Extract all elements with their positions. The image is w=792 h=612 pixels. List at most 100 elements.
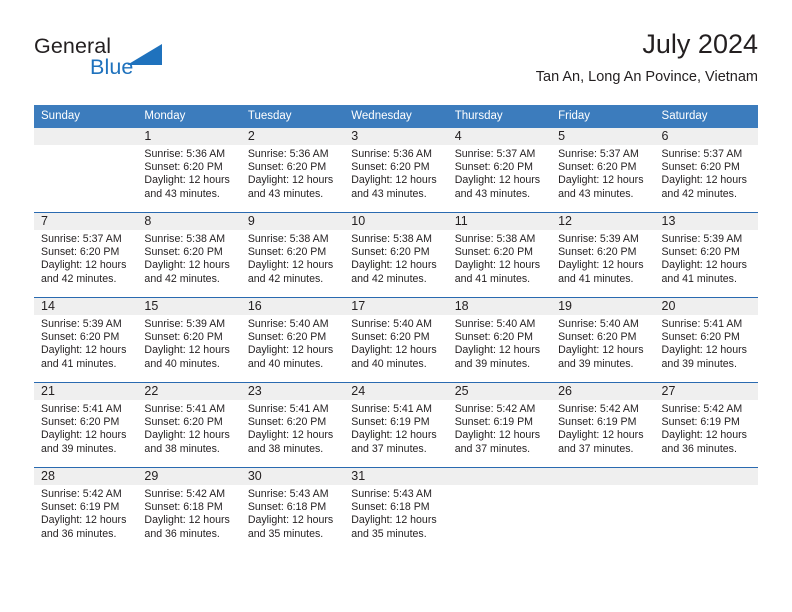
sunset-text: Sunset: 6:18 PM	[144, 501, 223, 514]
day-cell-inner: 28 Sunrise: 5:42 AM Sunset: 6:19 PM Dayligh…	[34, 468, 138, 552]
daylight-text-line2: and 41 minutes.	[558, 272, 634, 285]
day-number-band: 8	[137, 213, 241, 230]
day-cell-inner: 1 Sunrise: 5:36 AM Sunset: 6:20 PM Daylight…	[137, 128, 241, 212]
day-cell-inner: 23 Sunrise: 5:41 AM Sunset: 6:20 PM Dayligh…	[240, 383, 345, 467]
day-number-band	[654, 468, 758, 485]
calendar-day-cell[interactable]: 17 Sunrise: 5:40 AM Sunset: 6:20 PM Dayligh…	[344, 297, 448, 383]
calendar-day-cell[interactable]: 1 Sunrise: 5:36 AM Sunset: 6:20 PM Daylight…	[137, 128, 241, 213]
brand-logo[interactable]: General Blue	[34, 34, 274, 92]
calendar-day-cell[interactable]: 9 Sunrise: 5:38 AM Sunset: 6:20 PM Daylight…	[240, 212, 345, 298]
day-cell-inner: 5 Sunrise: 5:37 AM Sunset: 6:20 PM Daylight…	[551, 128, 655, 212]
day-number-band	[34, 128, 138, 145]
sunrise-text: Sunrise: 5:41 AM	[247, 403, 329, 415]
daylight-text-line1: Daylight: 12 hours	[351, 514, 437, 527]
calendar-day-cell[interactable]: 10 Sunrise: 5:38 AM Sunset: 6:20 PM Dayligh…	[344, 212, 448, 298]
calendar-day-cell[interactable]: 14 Sunrise: 5:39 AM Sunset: 6:20 PM Dayligh…	[34, 297, 138, 383]
calendar-page: General Blue July 2024 Tan An, Long An P…	[0, 0, 792, 612]
calendar-day-cell[interactable]: 22 Sunrise: 5:41 AM Sunset: 6:20 PM Dayligh…	[137, 382, 241, 468]
daylight-text-line1: Daylight: 12 hours	[558, 344, 644, 357]
calendar-day-cell[interactable]: 5 Sunrise: 5:37 AM Sunset: 6:20 PM Daylight…	[551, 128, 655, 213]
sunrise-text: Sunrise: 5:36 AM	[247, 148, 329, 160]
calendar-body: 1 Sunrise: 5:36 AM Sunset: 6:20 PM Daylight…	[34, 128, 758, 552]
day-number-band: 10	[344, 213, 448, 230]
calendar-day-cell[interactable]: 6 Sunrise: 5:37 AM Sunset: 6:20 PM Daylight…	[654, 128, 758, 213]
daylight-text-line1: Daylight: 12 hours	[558, 174, 644, 187]
sunset-text: Sunset: 6:20 PM	[454, 331, 534, 344]
calendar-day-cell[interactable]: 26 Sunrise: 5:42 AM Sunset: 6:19 PM Dayligh…	[551, 382, 655, 468]
daylight-text-line1: Daylight: 12 hours	[661, 259, 747, 272]
day-cell-inner: 12 Sunrise: 5:39 AM Sunset: 6:20 PM Dayligh…	[551, 213, 655, 297]
calendar-day-cell[interactable]: 7 Sunrise: 5:37 AM Sunset: 6:20 PM Daylight…	[34, 212, 138, 298]
sunrise-text: Sunrise: 5:43 AM	[351, 488, 432, 500]
day-number: 5	[558, 129, 566, 143]
day-number: 19	[558, 299, 573, 313]
calendar-day-cell[interactable]: 16 Sunrise: 5:40 AM Sunset: 6:20 PM Dayligh…	[240, 297, 345, 383]
calendar-day-cell[interactable]: 11 Sunrise: 5:38 AM Sunset: 6:20 PM Dayligh…	[447, 212, 552, 298]
calendar-day-cell[interactable]: 24 Sunrise: 5:41 AM Sunset: 6:19 PM Dayligh…	[344, 382, 448, 468]
day-number-band: 22	[137, 383, 241, 400]
daylight-text-line2: and 41 minutes.	[661, 272, 737, 285]
sunset-text: Sunset: 6:20 PM	[144, 246, 223, 259]
calendar-day-cell[interactable]: 15 Sunrise: 5:39 AM Sunset: 6:20 PM Dayligh…	[137, 297, 241, 383]
daylight-text-line2: and 43 minutes.	[144, 187, 220, 200]
day-cell-inner: 6 Sunrise: 5:37 AM Sunset: 6:20 PM Daylight…	[654, 128, 758, 212]
calendar-day-cell[interactable]: 2 Sunrise: 5:36 AM Sunset: 6:20 PM Daylight…	[240, 128, 345, 213]
calendar-day-cell[interactable]: 4 Sunrise: 5:37 AM Sunset: 6:20 PM Daylight…	[447, 128, 552, 213]
day-number-band: 20	[654, 298, 758, 315]
sunrise-text: Sunrise: 5:41 AM	[661, 318, 743, 330]
daylight-text-line2: and 37 minutes.	[351, 442, 427, 455]
day-cell-inner: 24 Sunrise: 5:41 AM Sunset: 6:19 PM Dayligh…	[344, 383, 448, 467]
sunset-text: Sunset: 6:20 PM	[144, 331, 223, 344]
sunset-text: Sunset: 6:19 PM	[558, 416, 637, 429]
daylight-text-line2: and 40 minutes.	[144, 357, 220, 370]
calendar-day-cell-empty	[34, 128, 138, 213]
day-detail-lines: Sunrise: 5:36 AM Sunset: 6:20 PM Daylight:…	[137, 145, 240, 201]
calendar-day-cell[interactable]: 30 Sunrise: 5:43 AM Sunset: 6:18 PM Dayligh…	[240, 467, 345, 552]
calendar-day-cell[interactable]: 21 Sunrise: 5:41 AM Sunset: 6:20 PM Dayligh…	[34, 382, 138, 468]
calendar-day-cell[interactable]: 3 Sunrise: 5:36 AM Sunset: 6:20 PM Daylight…	[344, 128, 448, 213]
day-number: 9	[247, 214, 255, 228]
calendar-day-cell[interactable]: 13 Sunrise: 5:39 AM Sunset: 6:20 PM Dayligh…	[654, 212, 758, 298]
day-cell-inner: 30 Sunrise: 5:43 AM Sunset: 6:18 PM Dayligh…	[240, 468, 345, 552]
calendar-day-cell[interactable]: 28 Sunrise: 5:42 AM Sunset: 6:19 PM Dayligh…	[34, 467, 138, 552]
sunrise-text: Sunrise: 5:37 AM	[41, 233, 122, 245]
calendar-day-cell[interactable]: 23 Sunrise: 5:41 AM Sunset: 6:20 PM Dayligh…	[240, 382, 345, 468]
calendar-day-cell[interactable]: 27 Sunrise: 5:42 AM Sunset: 6:19 PM Dayligh…	[654, 382, 758, 468]
day-number-band: 21	[34, 383, 138, 400]
sunset-text: Sunset: 6:20 PM	[558, 246, 637, 259]
day-number-band: 5	[551, 128, 655, 145]
day-number-band: 25	[447, 383, 552, 400]
day-cell-inner: 25 Sunrise: 5:42 AM Sunset: 6:19 PM Dayligh…	[447, 383, 552, 467]
calendar-day-cell[interactable]: 31 Sunrise: 5:43 AM Sunset: 6:18 PM Dayligh…	[344, 467, 448, 552]
day-cell-inner	[34, 128, 138, 212]
calendar-day-cell[interactable]: 8 Sunrise: 5:38 AM Sunset: 6:20 PM Daylight…	[137, 212, 241, 298]
day-cell-inner	[551, 468, 655, 552]
sunrise-text: Sunrise: 5:36 AM	[144, 148, 226, 160]
calendar-day-cell[interactable]: 25 Sunrise: 5:42 AM Sunset: 6:19 PM Dayligh…	[447, 382, 552, 468]
day-detail-lines: Sunrise: 5:37 AM Sunset: 6:20 PM Daylight:…	[448, 145, 551, 201]
day-number-band: 15	[137, 298, 241, 315]
sunrise-text: Sunrise: 5:40 AM	[247, 318, 329, 330]
day-number: 30	[247, 469, 262, 483]
day-number: 21	[41, 384, 55, 398]
daylight-text-line1: Daylight: 12 hours	[144, 344, 230, 357]
day-detail-lines: Sunrise: 5:42 AM Sunset: 6:19 PM Daylight:…	[448, 400, 551, 456]
sunset-text: Sunset: 6:20 PM	[558, 161, 637, 174]
calendar-day-cell[interactable]: 19 Sunrise: 5:40 AM Sunset: 6:20 PM Dayligh…	[551, 297, 655, 383]
weekday-header-wednesday: Wednesday	[344, 105, 448, 128]
calendar-day-cell[interactable]: 18 Sunrise: 5:40 AM Sunset: 6:20 PM Dayligh…	[447, 297, 552, 383]
sunset-text: Sunset: 6:19 PM	[41, 501, 120, 514]
day-cell-inner: 2 Sunrise: 5:36 AM Sunset: 6:20 PM Daylight…	[240, 128, 345, 212]
day-detail-lines: Sunrise: 5:37 AM Sunset: 6:20 PM Daylight:…	[34, 230, 137, 286]
calendar-day-cell[interactable]: 12 Sunrise: 5:39 AM Sunset: 6:20 PM Dayligh…	[551, 212, 655, 298]
calendar-day-cell[interactable]: 29 Sunrise: 5:42 AM Sunset: 6:18 PM Dayligh…	[137, 467, 241, 552]
sunset-text: Sunset: 6:20 PM	[351, 246, 430, 259]
calendar-day-cell[interactable]: 20 Sunrise: 5:41 AM Sunset: 6:20 PM Dayligh…	[654, 297, 758, 383]
daylight-text-line1: Daylight: 12 hours	[247, 429, 334, 442]
day-number-band: 27	[654, 383, 758, 400]
day-cell-inner: 16 Sunrise: 5:40 AM Sunset: 6:20 PM Dayligh…	[240, 298, 345, 382]
calendar-table: Sunday Monday Tuesday Wednesday Thursday…	[34, 105, 758, 552]
sunset-text: Sunset: 6:20 PM	[247, 246, 327, 259]
sunset-text: Sunset: 6:18 PM	[351, 501, 430, 514]
day-detail-lines: Sunrise: 5:37 AM Sunset: 6:20 PM Daylight:…	[551, 145, 654, 201]
